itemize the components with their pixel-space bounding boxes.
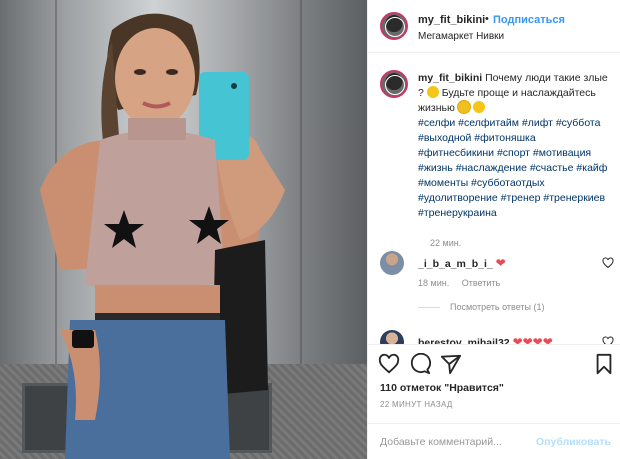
bookmark-icon[interactable]	[593, 353, 615, 375]
caption-text: my_fit_bikini Почему люди такие злые ? Б…	[418, 71, 614, 221]
comment-username[interactable]: _i_b_a_m_b_i_	[418, 258, 493, 270]
caption-username[interactable]: my_fit_bikini	[418, 72, 482, 84]
post-header: my_fit_bikini • Подписаться Мегамаркет Н…	[368, 0, 620, 53]
grin-emoji-icon	[472, 101, 485, 113]
view-replies-label: Посмотреть ответы (1)	[450, 302, 545, 312]
post-actions: 110 отметок "Нравится" 22 МИНУТ НАЗАД Оп…	[368, 344, 620, 459]
author-avatar[interactable]	[380, 12, 408, 40]
commenter-avatar[interactable]	[380, 330, 404, 344]
comment-meta: 18 мин. Ответить	[418, 278, 510, 288]
caption-avatar[interactable]	[380, 70, 408, 98]
share-icon[interactable]	[440, 353, 462, 375]
view-replies-button[interactable]: Посмотреть ответы (1)	[418, 302, 545, 312]
comments-section[interactable]: my_fit_bikini Почему люди такие злые ? Б…	[368, 54, 620, 344]
caption-hashtags[interactable]: #селфи #селфитайм #лифт #суббота #выходн…	[418, 116, 614, 221]
caption-time: 22 мин.	[430, 238, 462, 248]
comment-text: berestov_mihail32 ❤❤❤❤	[418, 335, 553, 344]
comment-username[interactable]: berestov_mihail32	[418, 337, 510, 344]
red-heart-icon: ❤❤❤❤	[512, 335, 553, 344]
author-username[interactable]: my_fit_bikini	[418, 14, 485, 26]
follow-button[interactable]: Подписаться	[493, 14, 565, 26]
heart-icon[interactable]	[378, 353, 400, 375]
sun-emoji-icon	[457, 101, 470, 113]
thinking-emoji-icon	[426, 86, 439, 98]
comment-input[interactable]	[380, 434, 530, 450]
post-photo[interactable]	[0, 0, 367, 459]
header-separator: •	[485, 13, 489, 25]
likes-count[interactable]: 110 отметок "Нравится"	[380, 382, 504, 394]
post-sidebar: my_fit_bikini • Подписаться Мегамаркет Н…	[367, 0, 620, 459]
like-comment-heart-icon[interactable]	[602, 336, 614, 344]
comment-text: _i_b_a_m_b_i_ ❤	[418, 256, 506, 270]
comment-time: 18 мин.	[418, 278, 450, 288]
post-location[interactable]: Мегамаркет Нивки	[418, 31, 504, 42]
commenter-avatar[interactable]	[380, 251, 404, 275]
caption-text-middle: Будьте проще и наслаждайтесь жизнью	[418, 87, 596, 114]
publish-button[interactable]: Опубликовать	[536, 436, 611, 448]
add-comment-bar: Опубликовать	[368, 423, 620, 459]
red-heart-icon: ❤	[495, 256, 506, 270]
posted-time: 22 МИНУТ НАЗАД	[380, 400, 453, 409]
selfie-illustration	[40, 13, 285, 459]
like-comment-heart-icon[interactable]	[602, 257, 614, 269]
comment-icon[interactable]	[409, 353, 431, 375]
replies-divider	[418, 307, 440, 309]
reply-button[interactable]: Ответить	[462, 278, 500, 288]
